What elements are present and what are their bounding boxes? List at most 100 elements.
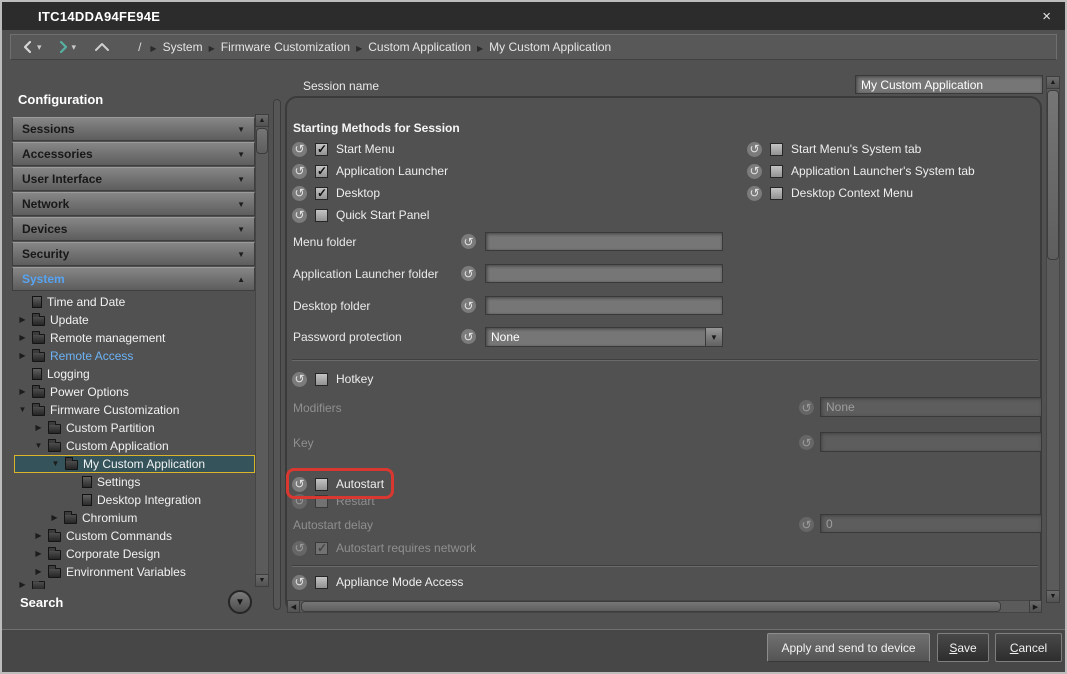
- undo-icon[interactable]: [461, 234, 476, 249]
- back-history-caret-icon[interactable]: ▾: [37, 42, 42, 53]
- chevron-down-icon: [237, 125, 245, 134]
- tree-item-label: Custom Partition: [66, 421, 155, 435]
- section-user-interface[interactable]: User Interface: [12, 167, 255, 191]
- undo-icon[interactable]: [461, 329, 476, 344]
- menu-folder-input[interactable]: [485, 232, 723, 251]
- appliance-mode-access-checkbox[interactable]: [315, 576, 328, 589]
- dropdown-arrow-icon[interactable]: [705, 328, 722, 346]
- tree-item-chromium[interactable]: Chromium: [14, 509, 255, 527]
- search-expand-icon[interactable]: [228, 590, 252, 614]
- undo-icon[interactable]: [747, 164, 762, 179]
- undo-icon[interactable]: [292, 208, 307, 223]
- close-icon[interactable]: ×: [1042, 8, 1065, 25]
- tree-item-custom-partition[interactable]: Custom Partition: [14, 419, 255, 437]
- section-network[interactable]: Network: [12, 192, 255, 216]
- tree-item-custom-application[interactable]: Custom Application: [14, 437, 255, 455]
- expand-icon[interactable]: [18, 329, 27, 347]
- tree-item-remote-access[interactable]: Remote Access: [14, 347, 255, 365]
- tree-item-remote-management[interactable]: Remote management: [14, 329, 255, 347]
- undo-icon[interactable]: [747, 142, 762, 157]
- expand-icon[interactable]: [34, 563, 43, 581]
- document-icon: [32, 296, 42, 308]
- application-launcher-system-tab-checkbox[interactable]: [770, 165, 783, 178]
- undo-icon[interactable]: [292, 186, 307, 201]
- content-scroll-left-icon[interactable]: ◀: [287, 600, 300, 613]
- expand-icon[interactable]: [34, 419, 43, 437]
- section-system[interactable]: System: [12, 267, 255, 291]
- appliance-mode-access-row: Appliance Mode Access: [292, 574, 463, 590]
- tree-item-settings[interactable]: Settings: [14, 473, 255, 491]
- quick-start-panel-checkbox[interactable]: [315, 209, 328, 222]
- sidebar-scroll-thumb[interactable]: [256, 128, 268, 154]
- expand-icon[interactable]: [18, 311, 27, 329]
- expand-icon[interactable]: [34, 527, 43, 545]
- sidebar-scroll-up-icon[interactable]: ▲: [255, 114, 269, 127]
- expand-icon[interactable]: [34, 545, 43, 563]
- undo-icon[interactable]: [461, 266, 476, 281]
- undo-icon[interactable]: [747, 186, 762, 201]
- breadcrumb-root[interactable]: /: [138, 40, 141, 54]
- expand-icon[interactable]: [18, 347, 27, 365]
- tree-item-custom-commands[interactable]: Custom Commands: [14, 527, 255, 545]
- hotkey-checkbox[interactable]: [315, 373, 328, 386]
- section-security[interactable]: Security: [12, 242, 255, 266]
- divider: [292, 359, 1038, 361]
- application-launcher-system-tab-row: Application Launcher's System tab: [747, 163, 975, 179]
- tree-item-time-and-date[interactable]: Time and Date: [14, 293, 255, 311]
- save-button[interactable]: Save: [937, 633, 989, 662]
- forward-history-caret-icon[interactable]: ▾: [72, 42, 77, 53]
- tree-item-environment-variables[interactable]: Environment Variables: [14, 563, 255, 581]
- sidebar-scroll-down-icon[interactable]: ▼: [255, 574, 269, 587]
- collapse-icon[interactable]: [51, 455, 60, 473]
- tree-item-power-options[interactable]: Power Options: [14, 383, 255, 401]
- breadcrumb-item-system[interactable]: System: [163, 40, 203, 54]
- folder-icon: [48, 532, 61, 542]
- collapse-icon[interactable]: [34, 437, 43, 455]
- expand-icon[interactable]: [50, 509, 59, 527]
- annotation-highlight-box: [286, 468, 394, 499]
- section-devices[interactable]: Devices: [12, 217, 255, 241]
- cancel-button[interactable]: Cancel: [995, 633, 1062, 662]
- start-menu-checkbox[interactable]: [315, 143, 328, 156]
- section-sessions[interactable]: Sessions: [12, 117, 255, 141]
- breadcrumb-item-custom-application[interactable]: Custom Application: [368, 40, 471, 54]
- breadcrumb-item-my-custom-application[interactable]: My Custom Application: [489, 40, 611, 54]
- apply-and-send-button[interactable]: Apply and send to device: [767, 633, 930, 662]
- password-protection-select[interactable]: None: [485, 327, 723, 347]
- breadcrumb-item-firmware-customization[interactable]: Firmware Customization: [221, 40, 350, 54]
- back-icon[interactable]: [21, 37, 35, 57]
- forward-icon[interactable]: [56, 37, 70, 57]
- undo-icon[interactable]: [292, 575, 307, 590]
- content-scroll-down-icon[interactable]: ▼: [1046, 590, 1060, 603]
- tree-item-label: Firmware Customization: [50, 403, 179, 417]
- up-level-icon[interactable]: [94, 37, 110, 57]
- session-name-input[interactable]: [855, 75, 1043, 94]
- checkbox-label: Start Menu: [336, 142, 395, 156]
- content-scroll-up-icon[interactable]: ▲: [1046, 76, 1060, 89]
- undo-icon[interactable]: [292, 142, 307, 157]
- collapse-icon[interactable]: [18, 401, 27, 419]
- application-launcher-checkbox[interactable]: [315, 165, 328, 178]
- chevron-down-icon: [237, 200, 245, 209]
- splitter-handle[interactable]: [273, 99, 281, 610]
- expand-icon[interactable]: [18, 383, 27, 401]
- start-menu-system-tab-checkbox[interactable]: [770, 143, 783, 156]
- content-scroll-right-icon[interactable]: ▶: [1029, 600, 1042, 613]
- desktop-context-menu-checkbox[interactable]: [770, 187, 783, 200]
- tree-item-update[interactable]: Update: [14, 311, 255, 329]
- tree-item-my-custom-application[interactable]: My Custom Application: [14, 455, 255, 473]
- content-vscroll-thumb[interactable]: [1047, 90, 1059, 260]
- tree-item-corporate-design[interactable]: Corporate Design: [14, 545, 255, 563]
- undo-icon[interactable]: [292, 372, 307, 387]
- tree-item-firmware-customization[interactable]: Firmware Customization: [14, 401, 255, 419]
- chevron-down-icon: [237, 175, 245, 184]
- section-accessories[interactable]: Accessories: [12, 142, 255, 166]
- tree-item-logging[interactable]: Logging: [14, 365, 255, 383]
- tree-item-desktop-integration[interactable]: Desktop Integration: [14, 491, 255, 509]
- undo-icon[interactable]: [461, 298, 476, 313]
- desktop-checkbox[interactable]: [315, 187, 328, 200]
- content-hscroll-thumb[interactable]: [301, 601, 1001, 612]
- undo-icon[interactable]: [292, 164, 307, 179]
- desktop-folder-input[interactable]: [485, 296, 723, 315]
- application-launcher-folder-input[interactable]: [485, 264, 723, 283]
